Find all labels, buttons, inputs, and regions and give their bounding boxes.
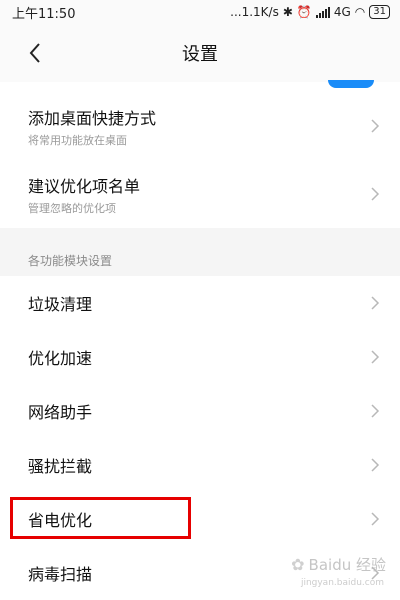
list-item-speed-up[interactable]: 优化加速 xyxy=(0,330,400,384)
chevron-right-icon xyxy=(371,512,380,526)
item-title: 添加桌面快捷方式 xyxy=(28,108,157,128)
header: 设置 xyxy=(0,24,400,82)
add-desktop-shortcut-item[interactable]: 添加桌面快捷方式 将常用功能放在桌面 xyxy=(0,97,400,155)
item-subtitle: 将常用功能放在桌面 xyxy=(28,133,127,147)
chevron-right-icon xyxy=(371,350,380,364)
section-label: 各功能模块设置 xyxy=(28,254,113,268)
status-time: 上午11:50 xyxy=(12,6,76,22)
list-item-junk-cleanup[interactable]: 垃圾清理 xyxy=(0,276,400,330)
chevron-right-icon xyxy=(371,187,380,201)
alarm-icon: ⏰ xyxy=(296,5,312,19)
status-bar: 上午11:50 ...1.1K/s ✱ ⏰ 4G ◠ 31 xyxy=(0,0,400,24)
chevron-right-icon xyxy=(371,119,380,133)
battery-icon: 31 xyxy=(369,5,390,19)
paw-icon: ✿ xyxy=(291,555,305,574)
wifi-icon: ◠ xyxy=(354,5,366,19)
chevron-right-icon xyxy=(371,296,380,310)
module-settings-list: 垃圾清理 优化加速 网络助手 骚扰拦截 省电优化 病毒扫描 xyxy=(0,276,400,600)
item-title: 骚扰拦截 xyxy=(28,457,93,476)
back-arrow-icon xyxy=(29,43,40,63)
watermark: ✿ Baidu 经验 jingyan.baidu.com xyxy=(291,554,386,588)
item-title: 网络助手 xyxy=(28,403,93,422)
network-speed: ...1.1K/s xyxy=(230,5,279,19)
status-icons: ...1.1K/s ✱ ⏰ 4G ◠ 31 xyxy=(230,5,390,19)
item-title: 建议优化项名单 xyxy=(28,176,141,196)
item-title: 优化加速 xyxy=(28,349,93,368)
list-item-network-assistant[interactable]: 网络助手 xyxy=(0,384,400,438)
item-subtitle: 管理忽略的优化项 xyxy=(28,201,116,215)
list-item-power-saving[interactable]: 省电优化 xyxy=(0,492,400,546)
watermark-text: Baidu 经验 xyxy=(308,556,386,574)
chevron-right-icon xyxy=(371,458,380,472)
item-title: 垃圾清理 xyxy=(28,295,93,314)
optimization-list-item[interactable]: 建议优化项名单 管理忽略的优化项 xyxy=(0,165,400,223)
network-type: 4G xyxy=(333,5,351,19)
back-button[interactable] xyxy=(18,36,52,70)
chevron-right-icon xyxy=(371,404,380,418)
page-title: 设置 xyxy=(182,44,218,65)
item-title: 省电优化 xyxy=(28,511,93,530)
list-item-harassment-block[interactable]: 骚扰拦截 xyxy=(0,438,400,492)
watermark-url: jingyan.baidu.com xyxy=(300,578,384,588)
partial-toggle[interactable] xyxy=(328,80,374,88)
signal-icon xyxy=(315,6,330,18)
bluetooth-icon: ✱ xyxy=(282,5,293,19)
battery-level: 31 xyxy=(373,6,386,17)
shortcut-settings-card: 添加桌面快捷方式 将常用功能放在桌面 建议优化项名单 管理忽略的优化项 xyxy=(0,80,400,228)
